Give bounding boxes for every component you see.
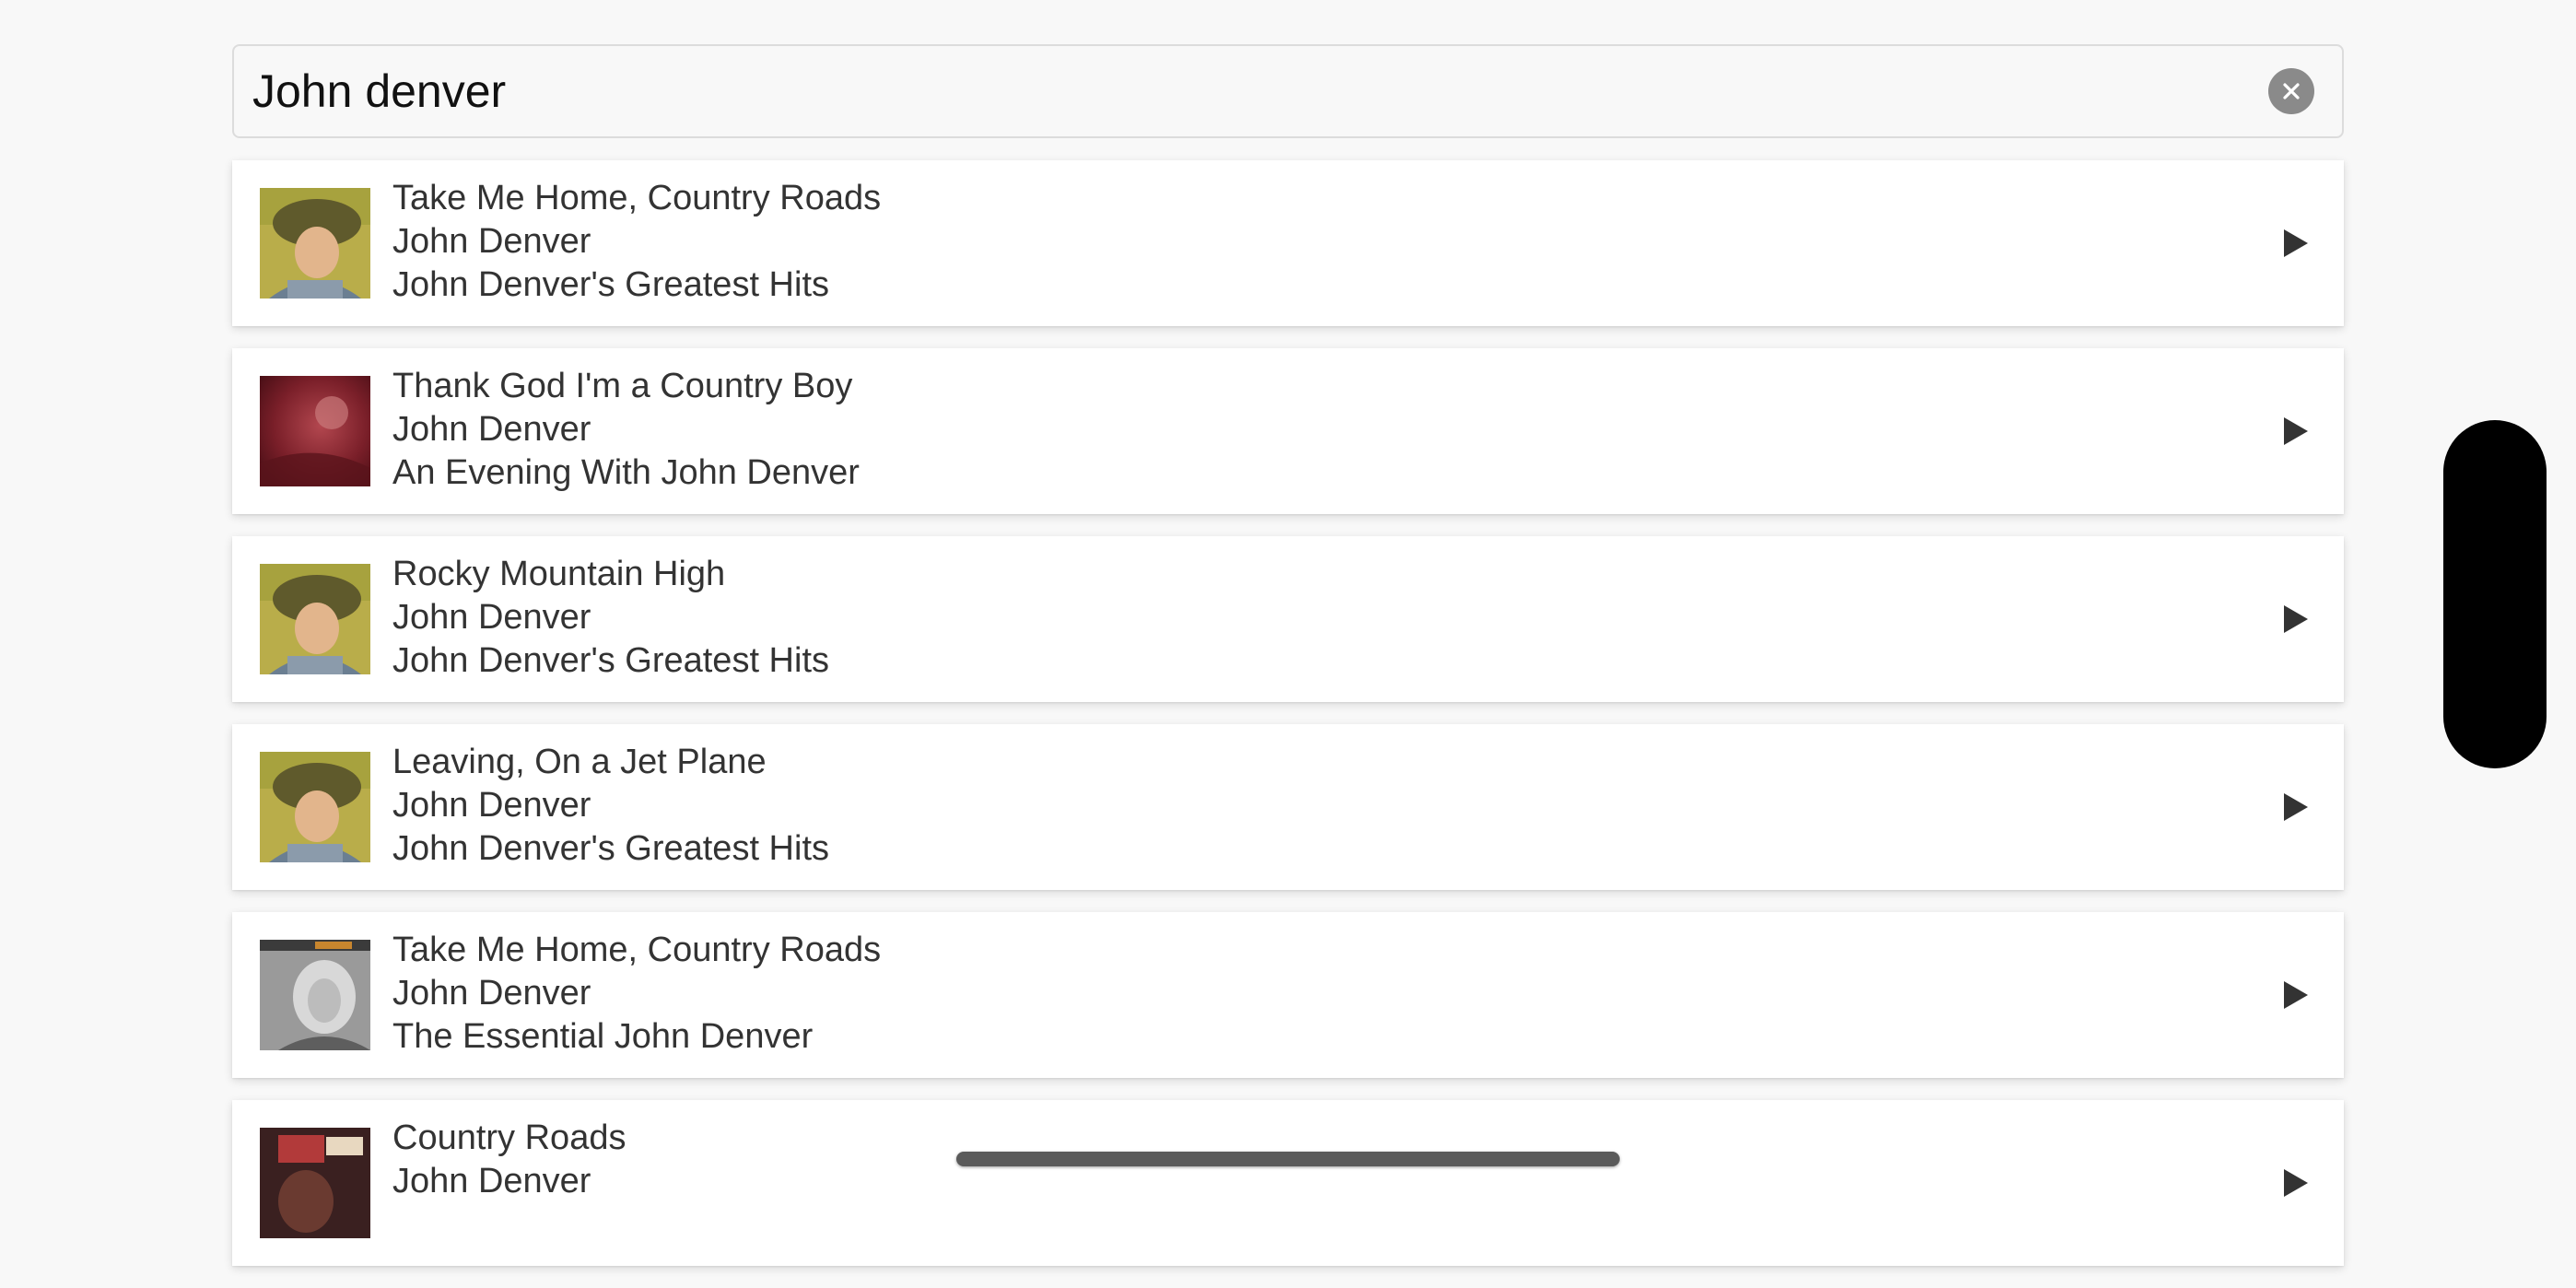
song-album: The Essential John Denver xyxy=(392,1017,814,1056)
song-artist: John Denver xyxy=(392,974,591,1013)
result-row[interactable]: Leaving, On a Jet Plane John Denver John… xyxy=(232,724,2344,890)
result-row[interactable]: Country Roads John Denver xyxy=(232,1100,2344,1266)
result-row[interactable]: Thank God I'm a Country Boy John Denver … xyxy=(232,348,2344,514)
scroll-handle[interactable] xyxy=(2443,420,2547,768)
song-album: John Denver's Greatest Hits xyxy=(392,265,829,304)
song-artist: John Denver xyxy=(392,598,591,637)
album-cover xyxy=(260,188,370,299)
result-row[interactable]: Rocky Mountain High John Denver John Den… xyxy=(232,536,2344,702)
home-indicator[interactable] xyxy=(956,1152,1620,1166)
song-title: Take Me Home, Country Roads xyxy=(392,931,882,969)
album-cover xyxy=(260,564,370,674)
play-icon xyxy=(2284,605,2308,633)
play-icon xyxy=(2284,417,2308,445)
song-title: Leaving, On a Jet Plane xyxy=(392,743,767,781)
song-title: Country Roads xyxy=(392,1118,626,1157)
clear-circle-icon xyxy=(2283,83,2300,100)
play-button[interactable] xyxy=(2272,219,2320,267)
play-icon xyxy=(2284,229,2308,257)
song-artist: John Denver xyxy=(392,1162,591,1200)
result-row[interactable]: Take Me Home, Country Roads John Denver … xyxy=(232,160,2344,326)
play-button[interactable] xyxy=(2272,595,2320,643)
song-album: John Denver's Greatest Hits xyxy=(392,641,829,680)
play-icon xyxy=(2284,1169,2308,1197)
search-box[interactable] xyxy=(232,44,2344,138)
song-album: John Denver's Greatest Hits xyxy=(392,829,829,868)
result-row[interactable]: Take Me Home, Country Roads John Denver … xyxy=(232,912,2344,1078)
search-input[interactable] xyxy=(252,46,2242,136)
play-button[interactable] xyxy=(2272,1159,2320,1207)
play-button[interactable] xyxy=(2272,407,2320,455)
album-cover xyxy=(260,376,370,486)
album-cover xyxy=(260,1128,370,1238)
play-icon xyxy=(2284,981,2308,1009)
results-list: Take Me Home, Country Roads John Denver … xyxy=(232,160,2344,1288)
song-artist: John Denver xyxy=(392,786,591,825)
song-title: Thank God I'm a Country Boy xyxy=(392,367,853,405)
song-artist: John Denver xyxy=(392,222,591,261)
song-album xyxy=(392,1203,626,1247)
song-album: An Evening With John Denver xyxy=(392,453,860,492)
song-artist: John Denver xyxy=(392,410,591,449)
play-button[interactable] xyxy=(2272,971,2320,1019)
album-cover xyxy=(260,752,370,862)
clear-search-button[interactable] xyxy=(2268,68,2314,114)
play-icon xyxy=(2284,793,2308,821)
play-button[interactable] xyxy=(2272,783,2320,831)
song-title: Rocky Mountain High xyxy=(392,555,726,593)
song-title: Take Me Home, Country Roads xyxy=(392,179,882,217)
album-cover xyxy=(260,940,370,1050)
